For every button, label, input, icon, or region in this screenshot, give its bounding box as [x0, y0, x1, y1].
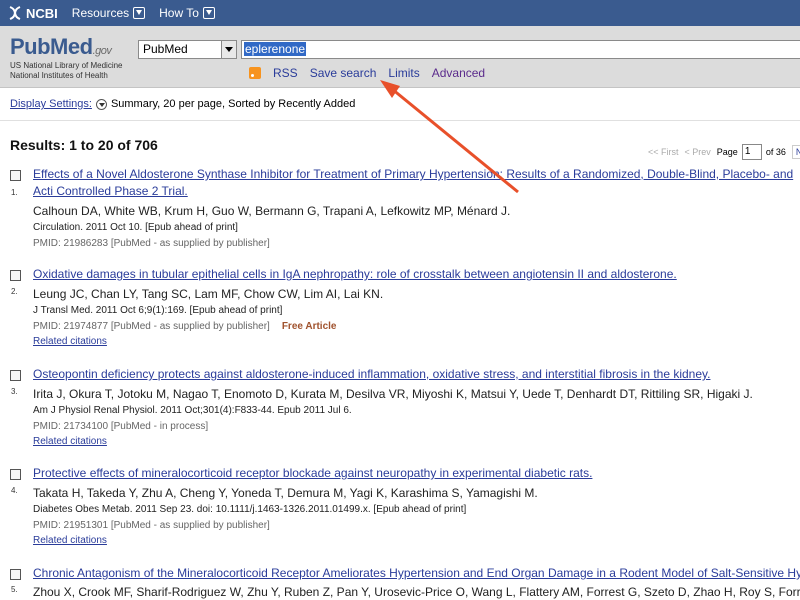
- related-citations-link[interactable]: Related citations: [33, 436, 107, 447]
- chevron-down-icon[interactable]: [95, 98, 107, 110]
- chevron-down-icon: [133, 7, 146, 19]
- related-citations-link[interactable]: Related citations: [33, 535, 107, 546]
- result-checkbox[interactable]: [10, 270, 21, 281]
- result-number: 3.: [11, 387, 18, 396]
- howto-menu-label: How To: [159, 6, 199, 20]
- display-settings-link[interactable]: Display Settings:: [10, 98, 92, 110]
- pager-page-label: Page: [716, 147, 738, 157]
- pager-next-button[interactable]: Ne: [791, 145, 800, 159]
- ncbi-helix-icon: [9, 6, 21, 20]
- ncbi-logo-text: NCBI: [26, 5, 58, 21]
- rss-link[interactable]: RSS: [273, 66, 298, 80]
- advanced-link[interactable]: Advanced: [432, 66, 485, 80]
- resources-menu-label: Resources: [71, 6, 130, 20]
- howto-menu[interactable]: How To: [159, 6, 215, 20]
- free-article-badge[interactable]: Free Article: [282, 321, 337, 332]
- result-checkbox[interactable]: [10, 170, 21, 181]
- result-authors: Zhou X, Crook MF, Sharif-Rodriguez W, Zh…: [33, 585, 800, 599]
- result-checkbox[interactable]: [10, 469, 21, 480]
- result-title-link[interactable]: Chronic Antagonism of the Mineralocortic…: [33, 565, 800, 582]
- save-search-link[interactable]: Save search: [310, 66, 377, 80]
- result-pmid: PMID: 21974877 [PubMed - as supplied by …: [33, 321, 336, 332]
- result-number: 1.: [11, 188, 18, 197]
- resources-menu[interactable]: Resources: [71, 6, 146, 20]
- rss-icon[interactable]: [249, 67, 261, 79]
- result-pmid: PMID: 21951301 [PubMed - as supplied by …: [33, 520, 270, 531]
- pubmed-logo-text: PubMed: [10, 34, 93, 59]
- result-title-link[interactable]: Protective effects of mineralocorticoid …: [33, 465, 800, 482]
- result-authors: Irita J, Okura T, Jotoku M, Nagao T, Eno…: [33, 387, 753, 401]
- search-header: PubMed.gov US National Library of Medici…: [0, 26, 800, 88]
- result-journal: J Transl Med. 2011 Oct 6;9(1):169. [Epub…: [33, 305, 283, 316]
- result-number: 5.: [11, 585, 18, 594]
- result-number: 4.: [11, 486, 18, 495]
- result-title-link[interactable]: Osteopontin deficiency protects against …: [33, 366, 800, 383]
- pager-prev: < Prev: [684, 147, 711, 157]
- result-title-link[interactable]: Effects of a Novel Aldosterone Synthase …: [33, 166, 800, 200]
- result-authors: Calhoun DA, White WB, Krum H, Guo W, Ber…: [33, 204, 511, 218]
- result-number: 2.: [11, 287, 18, 296]
- result-authors: Leung JC, Chan LY, Tang SC, Lam MF, Chow…: [33, 287, 384, 301]
- result-pmid-text: PMID: 21974877 [PubMed - as supplied by …: [33, 321, 270, 332]
- divider: [0, 120, 800, 121]
- ncbi-logo[interactable]: NCBI: [8, 6, 58, 21]
- pager-total: of 36: [765, 147, 786, 157]
- nih-label: National Institutes of Health: [10, 71, 108, 80]
- pubmed-logo-gov: .gov: [92, 45, 112, 57]
- pager: << First < Prev Page 1 of 36 Ne: [648, 144, 800, 160]
- related-citations-link[interactable]: Related citations: [33, 336, 107, 347]
- chevron-down-icon: [202, 7, 215, 19]
- display-settings: Display Settings: Summary, 20 per page, …: [10, 98, 355, 110]
- search-input-value: eplerenone: [244, 42, 307, 56]
- pubmed-logo[interactable]: PubMed.gov: [10, 34, 112, 60]
- search-input[interactable]: eplerenone: [241, 40, 800, 59]
- results-count-heading: Results: 1 to 20 of 706: [10, 137, 158, 153]
- nlm-label: US National Library of Medicine: [10, 61, 123, 70]
- result-journal: Diabetes Obes Metab. 2011 Sep 23. doi: 1…: [33, 504, 467, 515]
- result-checkbox[interactable]: [10, 370, 21, 381]
- pubmed-logo-subtitle: US National Library of Medicine National…: [10, 61, 123, 81]
- result-title-link[interactable]: Oxidative damages in tubular epithelial …: [33, 266, 800, 283]
- database-select-value: PubMed: [143, 42, 188, 56]
- page-number-input[interactable]: 1: [741, 144, 762, 160]
- database-select[interactable]: PubMed: [138, 40, 237, 59]
- limits-link[interactable]: Limits: [388, 66, 419, 80]
- pager-first: << First: [648, 147, 679, 157]
- result-pmid: PMID: 21986283 [PubMed - as supplied by …: [33, 238, 270, 249]
- ncbi-topbar: NCBI Resources How To: [0, 0, 800, 26]
- result-authors: Takata H, Takeda Y, Zhu A, Cheng Y, Yone…: [33, 486, 538, 500]
- search-sublinks: RSS Save search Limits Advanced: [249, 66, 497, 80]
- result-journal: Circulation. 2011 Oct 10. [Epub ahead of…: [33, 222, 238, 233]
- display-settings-summary: Summary, 20 per page, Sorted by Recently…: [110, 98, 356, 110]
- result-checkbox[interactable]: [10, 569, 21, 580]
- result-journal: Am J Physiol Renal Physiol. 2011 Oct;301…: [33, 405, 352, 416]
- result-pmid: PMID: 21734100 [PubMed - in process]: [33, 421, 209, 432]
- dropdown-arrow-icon[interactable]: [221, 41, 236, 58]
